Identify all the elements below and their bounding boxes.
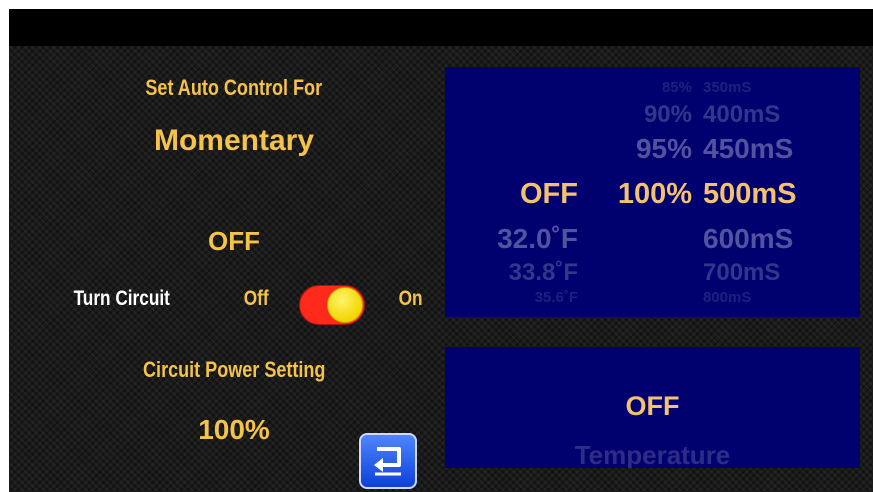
return-button[interactable] — [359, 433, 417, 489]
toggle-knob — [327, 287, 363, 323]
picker-selected-power[interactable]: 100% — [618, 178, 692, 211]
picker-option[interactable]: 400mS — [703, 101, 780, 129]
status-value: OFF — [625, 391, 680, 421]
value-picker[interactable]: 85% 350mS 90% 400mS 95% 450mS OFF 100% 5… — [445, 67, 860, 317]
picker-selected-circuit[interactable]: OFF — [520, 178, 578, 211]
picker-option[interactable]: 800mS — [703, 289, 751, 306]
circuit-state: OFF — [208, 226, 260, 256]
picker-selected-time[interactable]: 500mS — [703, 178, 797, 211]
picker-option[interactable]: 35.6˚F — [535, 289, 578, 306]
status-bar — [9, 9, 873, 46]
picker-option[interactable]: 350mS — [703, 79, 751, 96]
app-screen: Set Auto Control For Momentary OFF Turn … — [9, 9, 873, 492]
picker-option[interactable]: 90% — [644, 101, 692, 129]
return-arrow-icon — [374, 447, 401, 476]
toggle-on-label: On — [398, 287, 423, 310]
picker-option[interactable]: 700mS — [703, 259, 780, 287]
toggle-off-label: Off — [243, 287, 269, 310]
picker-option[interactable]: 600mS — [703, 223, 793, 255]
status-label: Temperature — [574, 440, 731, 468]
turn-circuit-label: Turn Circuit — [73, 287, 170, 310]
status-panel[interactable]: OFF Temperature — [445, 347, 860, 468]
picker-option[interactable]: 95% — [636, 133, 692, 165]
picker-option[interactable]: 32.0˚F — [497, 223, 578, 255]
picker-option[interactable]: 85% — [662, 79, 692, 96]
picker-option[interactable]: 450mS — [703, 133, 793, 165]
mode-label[interactable]: Momentary — [9, 124, 459, 158]
picker-option[interactable]: 33.8˚F — [509, 259, 578, 287]
heading: Set Auto Control For — [145, 75, 323, 100]
circuit-toggle[interactable] — [299, 285, 365, 325]
power-setting-title: Circuit Power Setting — [142, 357, 326, 382]
